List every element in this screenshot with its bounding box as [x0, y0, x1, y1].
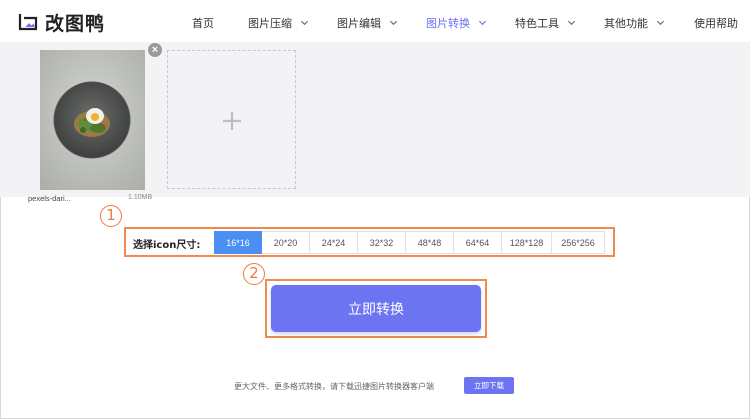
nav-item-image-convert[interactable]: 图片转换: [426, 15, 487, 31]
nav-item-other-features[interactable]: 其他功能: [604, 15, 665, 31]
nav-item-image-edit[interactable]: 图片编辑: [337, 15, 398, 31]
file-size: 1.10MB: [128, 194, 153, 201]
size-options: 16*16 20*20 24*24 32*32 48*48 64*64 128*…: [214, 231, 605, 254]
size-selector-label: 选择icon尺寸:: [133, 240, 201, 251]
size-option-128[interactable]: 128*128: [502, 231, 552, 254]
nav-item-label: 图片压缩: [248, 17, 292, 30]
size-option-24[interactable]: 24*24: [310, 231, 358, 254]
size-option-20[interactable]: 20*20: [262, 231, 310, 254]
nav-item-label: 图片转换: [426, 17, 470, 30]
nav-item-label: 特色工具: [515, 17, 559, 30]
convert-button[interactable]: 立即转换: [271, 285, 481, 332]
step-2-marker: 2: [243, 263, 265, 285]
top-header: 改图鸭 首页 图片压缩 图片编辑 图片转换 特色工具 其他功能 使用帮助: [0, 0, 750, 42]
size-option-32[interactable]: 32*32: [358, 231, 406, 254]
chevron-down-icon: [656, 20, 665, 25]
size-option-16[interactable]: 16*16: [214, 231, 262, 254]
nav-item-featured-tools[interactable]: 特色工具: [515, 15, 576, 31]
chevron-down-icon: [567, 20, 576, 25]
logo[interactable]: 改图鸭: [17, 9, 105, 36]
plus-icon[interactable]: [221, 110, 243, 132]
nav-item-label: 首页: [192, 17, 214, 30]
nav-item-help[interactable]: 使用帮助: [694, 15, 738, 31]
step-1-marker: 1: [100, 205, 122, 227]
nav-item-home[interactable]: 首页: [192, 15, 214, 31]
chevron-down-icon: [478, 20, 487, 25]
file-name: pexels-dari...: [28, 194, 71, 203]
nav-item-label: 其他功能: [604, 17, 648, 30]
size-option-48[interactable]: 48*48: [406, 231, 454, 254]
logo-text: 改图鸭: [45, 13, 106, 35]
nav-item-label: 使用帮助: [694, 17, 738, 30]
nav-item-image-compress[interactable]: 图片压缩: [248, 15, 309, 31]
uploaded-image-thumbnail: [40, 50, 145, 190]
nav-item-label: 图片编辑: [337, 17, 381, 30]
size-option-256[interactable]: 256*256: [552, 231, 605, 254]
uploaded-image-card[interactable]: [40, 50, 145, 190]
chevron-down-icon: [300, 20, 309, 25]
client-download-note: 更大文件、更多格式转换，请下载迅捷图片转换器客户端: [234, 382, 434, 391]
logo-icon: [18, 13, 38, 30]
download-client-button[interactable]: 立即下载: [464, 377, 514, 394]
size-option-64[interactable]: 64*64: [454, 231, 502, 254]
chevron-down-icon: [389, 20, 398, 25]
remove-image-button[interactable]: ×: [148, 43, 162, 57]
